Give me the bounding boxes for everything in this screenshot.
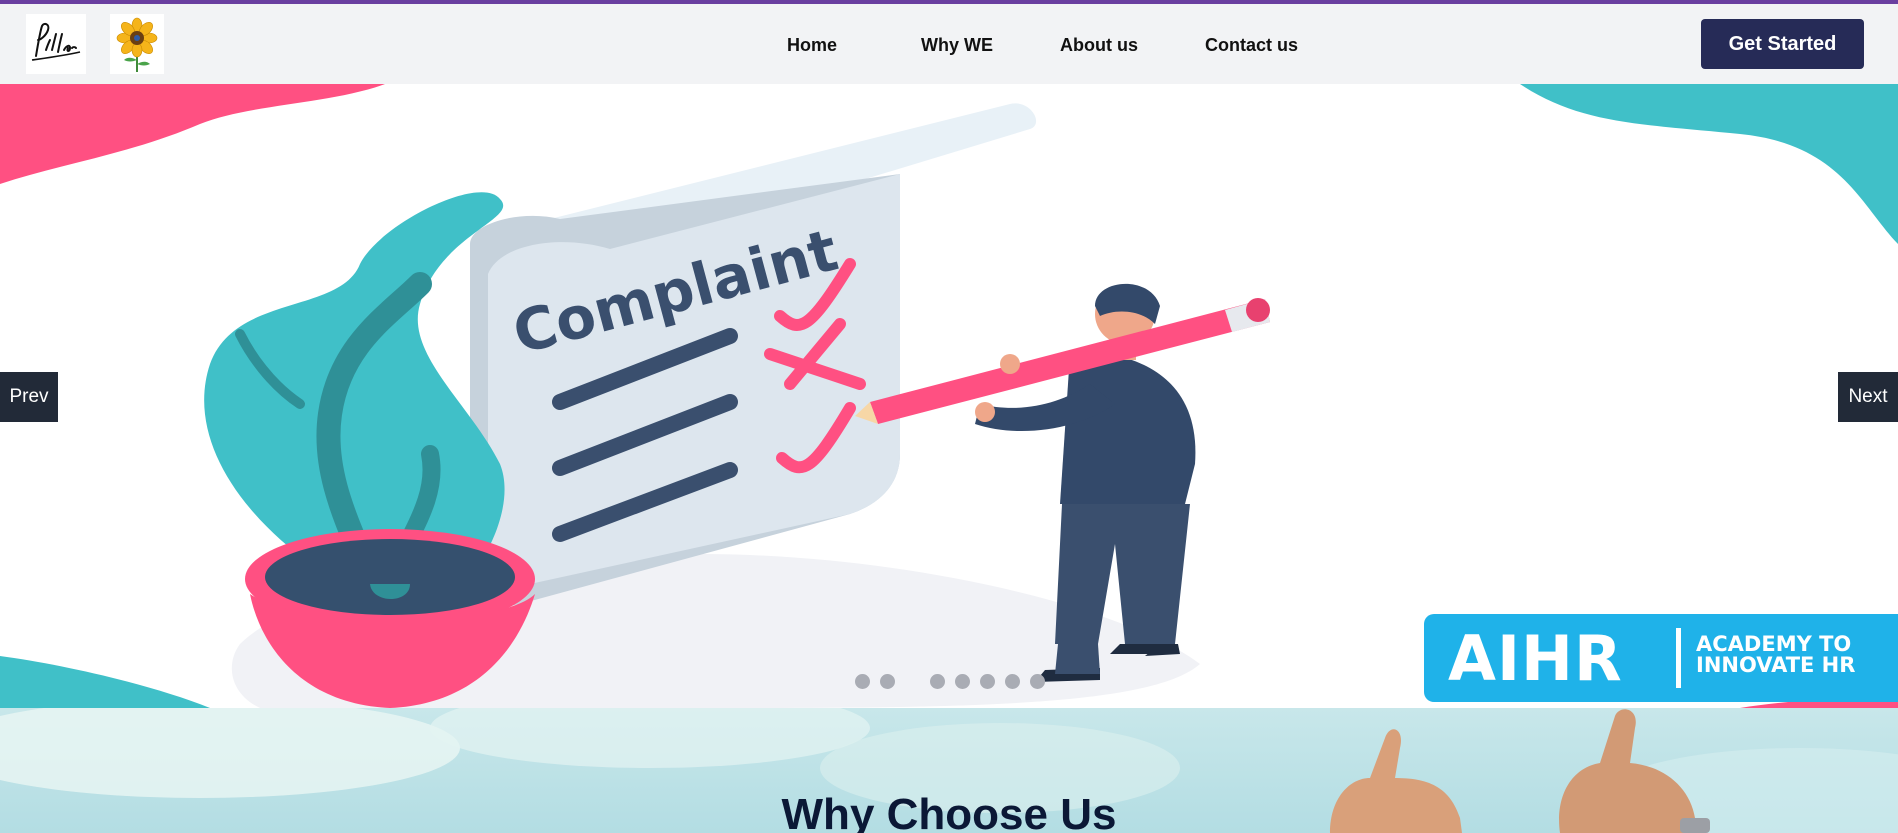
why-choose-us-section: Why Choose Us xyxy=(0,708,1898,833)
carousel-dot-3[interactable] xyxy=(930,674,945,689)
navbar: Home Why WE About us Contact us Get Star… xyxy=(0,4,1898,84)
signature-logo-icon xyxy=(31,22,81,61)
teal-blob-top xyxy=(1520,84,1898,244)
next-slide-button[interactable]: Next xyxy=(1838,372,1898,422)
aihr-badge-divider xyxy=(1676,628,1681,688)
carousel-dot-5[interactable] xyxy=(980,674,995,689)
aihr-badge-title: AIHR xyxy=(1448,622,1623,695)
get-started-button[interactable]: Get Started xyxy=(1701,19,1864,69)
sunflower-logo[interactable] xyxy=(110,14,164,74)
nav-home[interactable]: Home xyxy=(787,35,837,56)
why-choose-us-title: Why Choose Us xyxy=(781,790,1117,833)
carousel-dot-1[interactable] xyxy=(855,674,870,689)
aihr-badge: AIHR ACADEMY TO INNOVATE HR xyxy=(1424,614,1898,702)
carousel-dot-2[interactable] xyxy=(880,674,895,689)
sunflower-logo-icon xyxy=(116,17,158,72)
carousel-dot-6[interactable] xyxy=(1005,674,1020,689)
pink-blob xyxy=(0,84,385,184)
prev-slide-button[interactable]: Prev xyxy=(0,372,58,422)
nav-contact-us[interactable]: Contact us xyxy=(1205,35,1298,56)
complaint-scroll: Complaint xyxy=(470,103,1037,606)
carousel-dot-4[interactable] xyxy=(955,674,970,689)
hero-carousel: Complaint Prev Next AIHR ACADEMY TO INNO… xyxy=(0,84,1898,708)
nav-why-we[interactable]: Why WE xyxy=(921,35,993,56)
nav-about-us[interactable]: About us xyxy=(1060,35,1138,56)
aihr-badge-subtitle: ACADEMY TO INNOVATE HR xyxy=(1696,632,1856,677)
signature-logo[interactable] xyxy=(26,14,86,74)
carousel-dot-7[interactable] xyxy=(1030,674,1045,689)
